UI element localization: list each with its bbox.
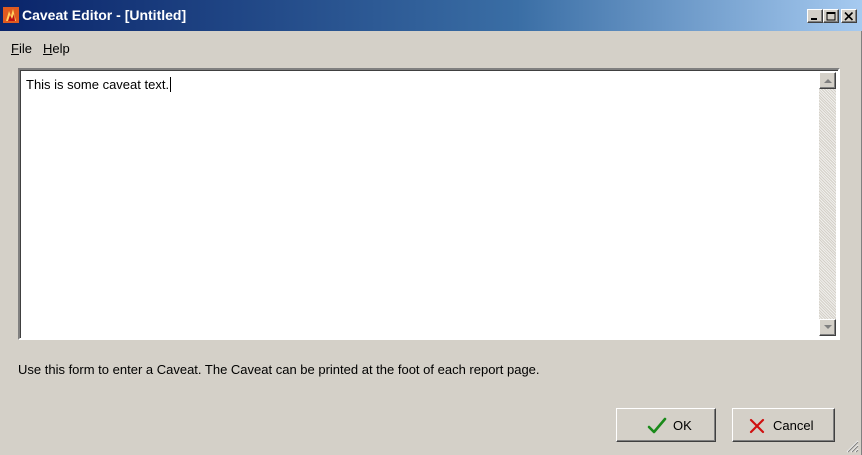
cancel-button[interactable]: Cancel <box>732 408 835 442</box>
menu-file-label: ile <box>18 41 32 56</box>
minimize-icon <box>811 18 817 20</box>
scroll-up-button[interactable] <box>819 72 836 89</box>
x-icon <box>749 418 765 434</box>
caveat-text-content: This is some caveat text. <box>26 77 172 92</box>
maximize-icon <box>826 12 836 21</box>
menu-file[interactable]: File <box>11 41 32 56</box>
title-bar[interactable]: Caveat Editor - [Untitled] <box>0 0 862 31</box>
scroll-down-button[interactable] <box>819 319 836 336</box>
cancel-label: Cancel <box>773 418 814 433</box>
resize-grip-icon[interactable] <box>845 439 859 453</box>
menu-bar: File Help <box>0 31 862 61</box>
menu-file-accel: F <box>11 41 19 56</box>
window-title: Caveat Editor - [Untitled] <box>22 7 187 23</box>
vertical-scrollbar[interactable] <box>819 72 836 336</box>
menu-help-accel: H <box>43 41 53 56</box>
caveat-text: This is some caveat text. <box>26 77 170 92</box>
text-caret <box>170 77 172 92</box>
checkmark-icon <box>647 417 667 434</box>
app-icon <box>3 7 19 23</box>
caveat-text-area[interactable]: This is some caveat text. <box>18 68 840 340</box>
minimize-button[interactable] <box>807 9 823 23</box>
ok-label: OK <box>673 418 692 433</box>
arrow-up-icon <box>824 79 832 83</box>
maximize-button[interactable] <box>823 9 839 23</box>
close-button[interactable] <box>841 9 857 23</box>
menu-help-label: elp <box>52 41 70 56</box>
arrow-down-icon <box>824 325 832 329</box>
caveat-editor-window: Caveat Editor - [Untitled] File Help Thi… <box>0 0 862 455</box>
ok-button[interactable]: OK <box>616 408 716 442</box>
instruction-text: Use this form to enter a Caveat. The Cav… <box>18 362 540 377</box>
close-icon <box>844 12 854 21</box>
menu-help[interactable]: Help <box>43 41 70 56</box>
